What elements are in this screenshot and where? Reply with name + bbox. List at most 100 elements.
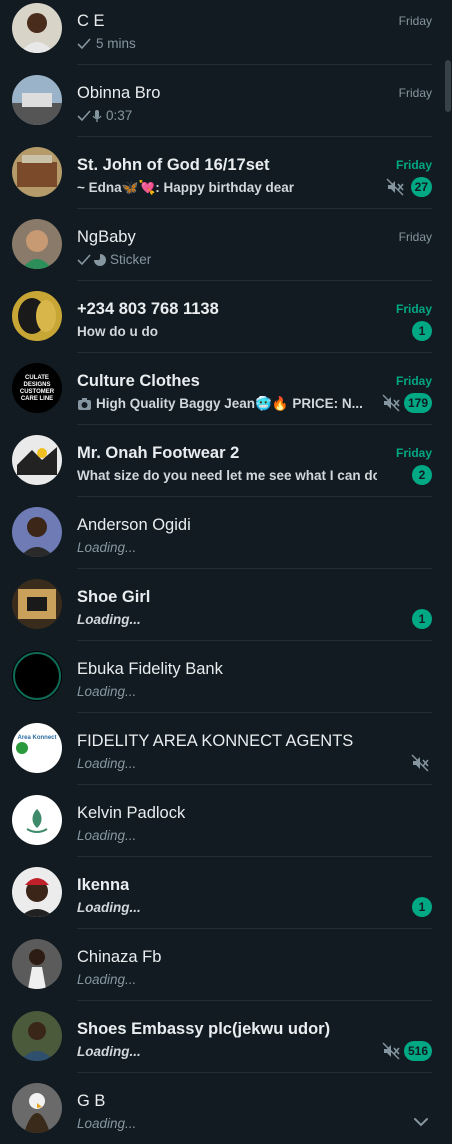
chat-preview-text: Loading... [77, 756, 137, 771]
chat-preview: Loading... [77, 612, 141, 627]
avatar-image [12, 291, 62, 341]
chat-preview: What size do you need let me see what I … [77, 468, 377, 483]
chat-time: Friday [398, 14, 432, 28]
avatar[interactable] [12, 3, 62, 53]
chat-preview-text: Loading... [77, 972, 137, 987]
avatar-text: CULATE DESIGNS CUSTOMER CARE LINE [19, 375, 55, 402]
chat-preview: Loading... [77, 540, 136, 555]
chat-preview-text: Loading... [77, 828, 137, 843]
avatar-image [12, 579, 62, 629]
chat-name: Mr. Onah Footwear 2 [77, 444, 240, 462]
avatar[interactable] [12, 507, 62, 557]
chat-preview: Loading... [77, 900, 141, 915]
chat-name: +234 803 768 1138 [77, 300, 219, 318]
chat-body: Kelvin Padlock Loading... [77, 784, 432, 857]
chat-row[interactable]: Kelvin Padlock Loading... [0, 784, 446, 857]
chat-preview: Loading... [77, 684, 136, 699]
avatar-image [12, 723, 62, 773]
chat-row[interactable]: St. John of God 16/17set Friday ~ Edna🦋💘: … [0, 136, 446, 209]
avatar[interactable]: CULATE DESIGNS CUSTOMER CARE LINE [12, 363, 62, 413]
chat-name: G B [77, 1092, 106, 1110]
chat-row[interactable]: Chinaza Fb Loading... [0, 928, 446, 1001]
chat-name: St. John of God 16/17set [77, 156, 270, 174]
chat-row[interactable]: Area Konnect FIDELITY AREA KONNECT AGENTS… [0, 712, 446, 785]
chat-name: C E [77, 12, 105, 30]
chat-body: Ebuka Fidelity Bank Loading... [77, 640, 432, 713]
chat-name: FIDELITY AREA KONNECT AGENTS [77, 732, 354, 750]
avatar[interactable] [12, 75, 62, 125]
chat-body: FIDELITY AREA KONNECT AGENTS Loading... [77, 712, 432, 785]
chat-row[interactable]: CULATE DESIGNS CUSTOMER CARE LINE Culture… [0, 352, 446, 425]
avatar-image [12, 507, 62, 557]
muted-icon [386, 178, 404, 196]
chat-time: Friday [395, 158, 432, 172]
chat-row[interactable]: Mr. Onah Footwear 2 Friday What size do yo… [0, 424, 446, 497]
chat-name: Kelvin Padlock [77, 804, 186, 822]
chat-row[interactable]: Ikenna Loading... 1 [0, 856, 446, 929]
chat-name: Chinaza Fb [77, 948, 162, 966]
avatar[interactable] [12, 147, 62, 197]
chat-preview: Loading... [77, 1044, 141, 1059]
avatar[interactable] [12, 867, 62, 917]
chat-name: Shoes Embassy plc(jekwu udor) [77, 1020, 331, 1038]
chat-preview: Sticker [77, 252, 151, 267]
avatar[interactable] [12, 1011, 62, 1061]
avatar[interactable] [12, 939, 62, 989]
chat-preview: Loading... [77, 972, 136, 987]
avatar[interactable] [12, 291, 62, 341]
avatar[interactable] [12, 579, 62, 629]
chat-body: +234 803 768 1138 Friday How do u do 1 [77, 280, 432, 353]
chat-time: Friday [398, 230, 432, 244]
chat-row[interactable]: +234 803 768 1138 Friday How do u do 1 [0, 280, 446, 353]
chat-row[interactable]: Shoes Embassy plc(jekwu udor) Loading... 5… [0, 1000, 446, 1073]
chat-preview-text: 5 mins [96, 36, 136, 51]
chat-row[interactable]: Shoe Girl Loading... 1 [0, 568, 446, 641]
scrollbar[interactable] [445, 60, 451, 112]
chat-body: St. John of God 16/17set Friday ~ Edna🦋💘: … [77, 136, 432, 209]
muted-icon [382, 394, 400, 412]
chat-preview-text: How do u do [77, 324, 158, 339]
chat-preview-text: Loading... [77, 900, 141, 915]
chat-time: Friday [398, 86, 432, 100]
chat-name: Obinna Bro [77, 84, 161, 102]
chat-row[interactable]: C E Friday 5 mins [0, 0, 446, 65]
chat-preview-text: Loading... [77, 684, 137, 699]
check-icon [77, 37, 91, 49]
unread-badge: 179 [403, 393, 432, 413]
unread-badge: 1 [412, 609, 432, 629]
chat-row[interactable]: Obinna Bro Friday 0:37 [0, 64, 446, 137]
chat-preview: Loading... [77, 756, 136, 771]
chat-preview: 0:37 [77, 108, 132, 123]
avatar-image [12, 795, 62, 845]
chat-preview-text: What size do you need let me see what I … [77, 468, 377, 483]
chat-name: Shoe Girl [77, 588, 151, 606]
chat-preview: Loading... [77, 828, 136, 843]
chat-body: Ikenna Loading... 1 [77, 856, 432, 929]
chat-preview: 5 mins [77, 36, 136, 51]
chat-body: Shoes Embassy plc(jekwu udor) Loading... 5… [77, 1000, 432, 1073]
chat-preview-text: 0:37 [106, 108, 133, 123]
chevron-down-icon[interactable] [412, 1113, 430, 1131]
avatar[interactable]: Area Konnect [12, 723, 62, 773]
chat-row[interactable]: NgBaby Friday Sticker [0, 208, 446, 281]
chat-time: Friday [395, 446, 432, 460]
avatar-image [12, 1011, 62, 1061]
unread-badge: 1 [412, 897, 432, 917]
avatar-image [12, 435, 62, 485]
chat-preview: ~ Edna🦋💘: Happy birthday dear [77, 180, 294, 196]
chat-preview: How do u do [77, 324, 158, 339]
chat-name: Anderson Ogidi [77, 516, 191, 534]
avatar-image [12, 219, 62, 269]
avatar[interactable] [12, 1083, 62, 1133]
chat-row[interactable]: G B Loading... [0, 1072, 446, 1144]
avatar[interactable] [12, 651, 62, 701]
avatar-image [12, 867, 62, 917]
avatar-image [12, 75, 62, 125]
avatar[interactable] [12, 435, 62, 485]
chat-row[interactable]: Anderson Ogidi Loading... [0, 496, 446, 569]
avatar-text: Area Konnect [17, 735, 57, 741]
avatar[interactable] [12, 795, 62, 845]
chat-body: Shoe Girl Loading... 1 [77, 568, 432, 641]
avatar[interactable] [12, 219, 62, 269]
chat-row[interactable]: Ebuka Fidelity Bank Loading... [0, 640, 446, 713]
